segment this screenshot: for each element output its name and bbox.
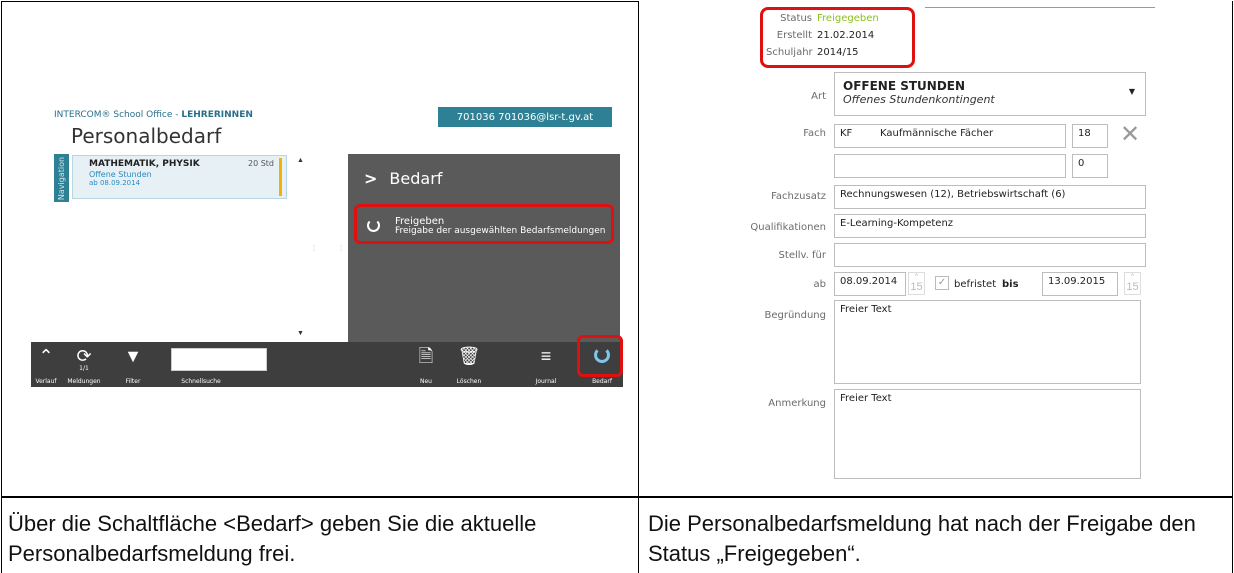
bedarf-panel: > Bedarf Freigeben Freigabe der ausgewähl… (348, 154, 620, 342)
screenshot-top-line (925, 7, 1155, 8)
chevron-up-icon: ⌃ (38, 346, 54, 366)
scroll-up-icon[interactable]: ▲ (297, 157, 304, 164)
card-hours: 20 Std (247, 159, 274, 168)
new-document-icon: 🗎 (418, 346, 434, 366)
schnellsuche-label: Schnellsuche (181, 378, 221, 385)
table-border-left (1, 1, 2, 573)
user-badge[interactable]: 701036 701036@lsr-t.gv.at (438, 107, 612, 127)
fach-field[interactable]: KF Kaufmännische Fächer (834, 124, 1066, 148)
refresh-icon (594, 347, 610, 363)
art-label: Art (811, 91, 826, 102)
loeschen-label: Löschen (456, 378, 482, 385)
neu-button[interactable]: 🗎 Neu (411, 342, 441, 387)
chevron-down-icon: ▼ (1128, 87, 1135, 96)
bis-date-field[interactable]: 13.09.2015 (1042, 272, 1118, 296)
befristet-checkbox[interactable]: ✓ (935, 276, 949, 290)
ab-spinner-value: 15 (910, 281, 923, 293)
art-select[interactable]: OFFENE STUNDEN Offenes Stundenkontingent… (834, 72, 1146, 116)
bedarf-label: Bedarf (592, 378, 612, 385)
fach-hours-field[interactable]: 18 (1072, 124, 1108, 148)
neu-label: Neu (420, 378, 432, 385)
bis-label: bis (1002, 279, 1019, 290)
bis-spinner[interactable]: ˄ 15 (1124, 272, 1141, 295)
chevron-right-icon: > (364, 169, 378, 188)
ab-spinner[interactable]: ˄ 15 (908, 272, 925, 295)
filter-button[interactable]: ▼ Filter (113, 342, 153, 387)
qualifikationen-field[interactable]: E-Learning-Kompetenz (834, 214, 1146, 238)
meldungen-count: 1/1 (79, 365, 89, 372)
art-subtitle: Offenes Stundenkontingent (843, 93, 995, 106)
begruendung-label: Begründung (764, 310, 826, 321)
navigation-label: Navigation (57, 156, 67, 201)
ab-date-field[interactable]: 08.09.2014 (834, 272, 906, 296)
journal-label: Journal (535, 378, 557, 385)
splitter-handle-2[interactable]: ⁞ (340, 244, 342, 253)
status-label: Status (780, 13, 812, 24)
page-title: Personalbedarf (71, 124, 222, 148)
filter-icon: ▼ (124, 346, 142, 366)
card-title: MATHEMATIK, PHYSIK (89, 159, 200, 169)
fach-label: Fach (803, 128, 826, 139)
schnellsuche-label-wrap: Schnellsuche (171, 342, 231, 387)
scroll-down-icon[interactable]: ▼ (297, 330, 304, 337)
schuljahr-value: 2014/15 (817, 47, 859, 58)
bottom-toolbar: ⌃ Verlauf ⟳ 1/1 Meldungen ▼ Filter Schnellsu… (31, 342, 623, 387)
table-border-top (1, 1, 639, 2)
begruendung-textarea[interactable]: Freier Text (834, 300, 1141, 384)
journal-button[interactable]: ≡ Journal (526, 342, 566, 387)
bis-spinner-value: 15 (1126, 281, 1139, 293)
fach2-field[interactable] (834, 154, 1066, 178)
table-border-right (1232, 1, 1233, 573)
chevron-up-icon: ˄ (914, 273, 919, 279)
table-border-middle (638, 1, 639, 573)
card-date: ab 08.09.2014 (89, 179, 141, 187)
fachzusatz-field[interactable]: Rechnungswesen (12), Betriebswirtschaft … (834, 185, 1146, 209)
fachzusatz-label: Fachzusatz (771, 191, 826, 202)
fach-code: KF (840, 128, 853, 139)
fach2-hours-field[interactable]: 0 (1072, 154, 1108, 178)
close-icon[interactable]: ✕ (1120, 120, 1140, 149)
table-row-divider (1, 496, 1233, 498)
chevron-up-icon: ˄ (1130, 273, 1135, 279)
anmerkung-label: Anmerkung (768, 398, 826, 409)
status-value: Freigegeben (817, 13, 879, 24)
panel-header: > Bedarf (364, 169, 442, 188)
left-caption: Über die Schaltfläche <Bedarf> geben Sie… (8, 511, 537, 566)
release-description: Freigabe der ausgewählten Bedarfsmeldung… (395, 226, 606, 236)
bedarf-button[interactable] (577, 335, 623, 377)
erstellt-value: 21.02.2014 (817, 30, 875, 41)
stellv-field[interactable] (834, 243, 1146, 267)
qualifikationen-label: Qualifikationen (750, 222, 826, 233)
schuljahr-label: Schuljahr (766, 47, 813, 58)
stellv-label: Stellv. für (778, 250, 826, 261)
filter-label: Filter (125, 378, 141, 385)
art-title: OFFENE STUNDEN (843, 79, 966, 93)
refresh-icon (367, 219, 380, 232)
befristet-label: befristet (954, 279, 997, 290)
verlauf-button[interactable]: ⌃ Verlauf (31, 342, 61, 387)
app-title: INTERCOM® School Office - LEHRERINNEN (54, 110, 253, 120)
ab-label: ab (813, 279, 826, 290)
fach-name: Kaufmännische Fächer (880, 128, 994, 139)
card-status-bar (279, 158, 282, 196)
card-subtitle: Offene Stunden (89, 170, 152, 179)
loeschen-button[interactable]: 🗑 Löschen (449, 342, 489, 387)
right-caption: Die Personalbedarfsmeldung hat nach der … (648, 511, 1196, 566)
list-item[interactable]: MATHEMATIK, PHYSIK 20 Std Offene Stunden… (72, 155, 287, 199)
meldungen-button[interactable]: ⟳ 1/1 Meldungen (64, 342, 104, 387)
anmerkung-textarea[interactable]: Freier Text (834, 389, 1141, 479)
verlauf-label: Verlauf (35, 378, 57, 385)
meldungen-label: Meldungen (67, 378, 101, 385)
menu-icon: ≡ (540, 346, 552, 366)
trash-icon: 🗑 (457, 346, 481, 366)
panel-header-label: Bedarf (389, 169, 443, 188)
release-action[interactable]: Freigeben Freigabe der ausgewählten Beda… (354, 204, 614, 244)
sync-icon: ⟳ (76, 346, 92, 366)
erstellt-label: Erstellt (776, 30, 812, 41)
navigation-toggle[interactable]: Navigation (54, 154, 69, 202)
splitter-handle[interactable]: ⁞ (313, 244, 315, 253)
